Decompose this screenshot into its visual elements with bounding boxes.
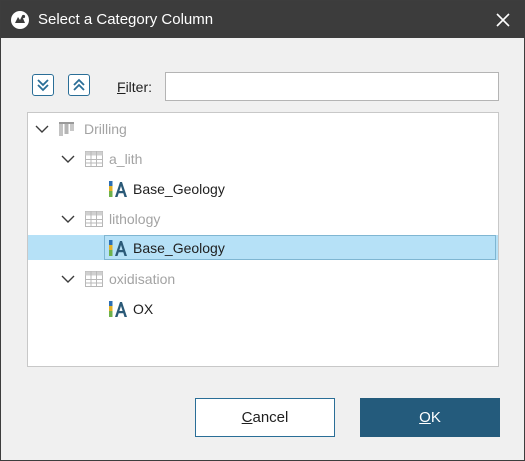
select-category-column-dialog: Select a Category Column Filter: Drillin…: [0, 0, 525, 461]
category-column-icon: [109, 181, 127, 197]
category-column-icon: [109, 240, 127, 256]
close-icon[interactable]: [490, 7, 516, 33]
tree-item-label: oxidisation: [109, 271, 176, 287]
cancel-label: ancel: [252, 409, 289, 426]
tree-item-lithology-base-geology[interactable]: Base_Geology: [28, 235, 498, 260]
cancel-button[interactable]: Cancel: [195, 398, 335, 437]
tree-item-label: lithology: [109, 211, 161, 227]
table-icon: [85, 271, 103, 287]
drillhole-database-icon: [59, 122, 74, 136]
category-column-icon: [109, 301, 127, 317]
double-chevron-down-icon: [37, 79, 49, 92]
title-bar[interactable]: Select a Category Column: [1, 1, 524, 38]
tree-item-label: Base_Geology: [133, 181, 225, 197]
dialog-body: Filter: Drilling a_lith Base_Geology lit…: [1, 38, 524, 460]
dialog-title: Select a Category Column: [38, 11, 214, 28]
tree-item-oxidisation-ox[interactable]: OX: [28, 296, 498, 321]
app-icon: [11, 11, 29, 29]
collapse-all-button[interactable]: [68, 74, 90, 96]
tree-item-oxidisation[interactable]: oxidisation: [28, 266, 498, 291]
category-tree[interactable]: Drilling a_lith Base_Geology lithology B…: [27, 112, 499, 367]
table-icon: [85, 211, 103, 227]
filter-label: Filter:: [117, 79, 152, 95]
chevron-down-icon[interactable]: [61, 152, 75, 166]
tree-item-drilling[interactable]: Drilling: [28, 116, 498, 141]
tree-item-label: Base_Geology: [133, 240, 225, 256]
filter-label-text: ilter:: [125, 79, 153, 95]
chevron-down-icon[interactable]: [61, 212, 75, 226]
tree-item-label: a_lith: [109, 151, 143, 167]
expand-all-button[interactable]: [32, 74, 54, 96]
ok-button[interactable]: OK: [360, 398, 500, 437]
ok-label: K: [430, 409, 441, 426]
ok-mnemonic: O: [419, 409, 431, 426]
cancel-mnemonic: C: [241, 409, 253, 426]
tree-item-label: Drilling: [84, 121, 127, 137]
tree-item-label: OX: [133, 301, 154, 317]
filter-label-mnemonic: F: [117, 79, 126, 95]
tree-item-a-lith-base-geology[interactable]: Base_Geology: [28, 176, 498, 201]
table-icon: [85, 151, 103, 167]
tree-item-a-lith[interactable]: a_lith: [28, 146, 498, 171]
chevron-down-icon[interactable]: [35, 122, 49, 136]
filter-input[interactable]: [165, 72, 499, 101]
chevron-down-icon[interactable]: [61, 272, 75, 286]
double-chevron-up-icon: [73, 78, 85, 91]
tree-item-lithology[interactable]: lithology: [28, 206, 498, 231]
